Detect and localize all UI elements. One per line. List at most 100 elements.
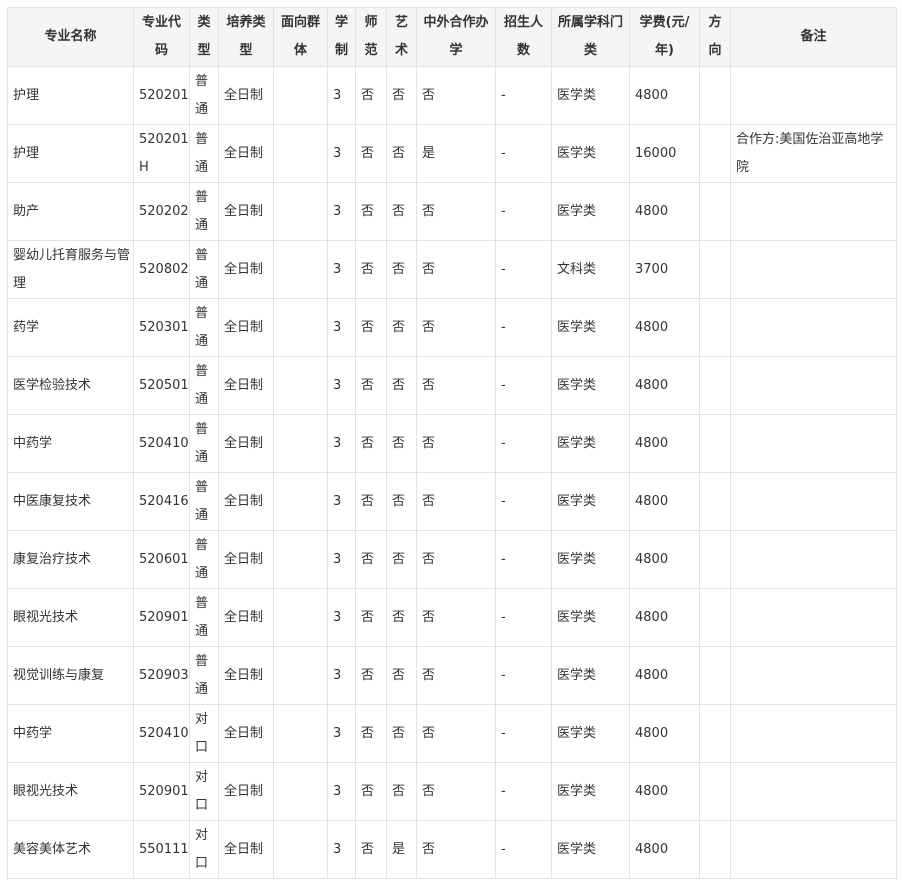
cell-major-code: 520201H [133, 124, 190, 183]
cell-type: 对口 [189, 820, 219, 879]
cell-major-name: 助产 [7, 182, 134, 241]
cell-art: 否 [386, 530, 417, 589]
cell-training-type: 全日制 [218, 298, 274, 357]
cell-teacher-training: 否 [355, 182, 387, 241]
cell-duration: 3 [327, 820, 356, 879]
cell-major-code: 520601 [133, 530, 190, 589]
cell-major-name: 护理 [7, 66, 134, 125]
cell-duration: 3 [327, 588, 356, 647]
cell-major-name: 视觉训练与康复 [7, 646, 134, 705]
cell-major-name: 医学检验技术 [7, 356, 134, 415]
cell-tuition: 16000 [629, 124, 700, 183]
table-row: 视觉训练与康复 520903 普通 全日制 3 否否否 - 医学类 4800 [7, 646, 897, 705]
cell-enrollment: - [495, 240, 552, 299]
cell-teacher-training: 否 [355, 704, 387, 763]
cell-tuition: 4800 [629, 414, 700, 473]
cell-teacher-training: 否 [355, 820, 387, 879]
cell-discipline: 医学类 [551, 124, 630, 183]
cell-enrollment: - [495, 762, 552, 821]
cell-type: 普通 [189, 124, 219, 183]
cell-major-name: 中药学 [7, 414, 134, 473]
cell-remarks [730, 588, 897, 647]
cell-target-group [273, 240, 328, 299]
cell-enrollment: - [495, 182, 552, 241]
table-row: 助产 520202 普通 全日制 3 否否否 - 医学类 4800 [7, 182, 897, 241]
cell-remarks [730, 530, 897, 589]
cell-enrollment: - [495, 588, 552, 647]
cell-direction [699, 356, 731, 415]
cell-sino-foreign: 否 [416, 240, 496, 299]
cell-direction [699, 646, 731, 705]
cell-major-name: 康复治疗技术 [7, 530, 134, 589]
cell-enrollment: - [495, 820, 552, 879]
cell-target-group [273, 414, 328, 473]
cell-discipline: 医学类 [551, 646, 630, 705]
cell-sino-foreign: 否 [416, 472, 496, 531]
cell-discipline: 医学类 [551, 414, 630, 473]
cell-teacher-training: 否 [355, 646, 387, 705]
cell-major-name: 美容美体艺术 [7, 820, 134, 879]
cell-tuition: 4800 [629, 646, 700, 705]
table-row: 眼视光技术 520901 普通 全日制 3 否否否 - 医学类 4800 [7, 588, 897, 647]
cell-art: 否 [386, 298, 417, 357]
cell-remarks: 合作方:美国佐治亚高地学院 [730, 124, 897, 183]
table-body: 护理 520201 普通 全日制 3 否否否 - 医学类 4800 护理 520201H 普通 全日制 3… [7, 66, 897, 879]
cell-discipline: 医学类 [551, 298, 630, 357]
cell-enrollment: - [495, 66, 552, 125]
table-header: 专业名称 专业代码 类型 培养类型 面向群体 学制 师范 艺术 中外合作办学 招… [7, 7, 897, 67]
header-teacher-training: 师范 [355, 7, 387, 67]
cell-art: 是 [386, 820, 417, 879]
cell-target-group [273, 588, 328, 647]
header-direction: 方向 [699, 7, 731, 67]
cell-sino-foreign: 否 [416, 66, 496, 125]
cell-art: 否 [386, 472, 417, 531]
cell-tuition: 4800 [629, 182, 700, 241]
cell-sino-foreign: 否 [416, 414, 496, 473]
cell-discipline: 医学类 [551, 356, 630, 415]
table-row: 中医康复技术 520416 普通 全日制 3 否否否 - 医学类 4800 [7, 472, 897, 531]
cell-art: 否 [386, 646, 417, 705]
cell-teacher-training: 否 [355, 472, 387, 531]
cell-major-name: 护理 [7, 124, 134, 183]
cell-duration: 3 [327, 298, 356, 357]
header-target-group: 面向群体 [273, 7, 328, 67]
cell-tuition: 4800 [629, 356, 700, 415]
header-row: 专业名称 专业代码 类型 培养类型 面向群体 学制 师范 艺术 中外合作办学 招… [7, 7, 897, 67]
cell-tuition: 4800 [629, 66, 700, 125]
cell-duration: 3 [327, 124, 356, 183]
table-row: 中药学 520410 普通 全日制 3 否否否 - 医学类 4800 [7, 414, 897, 473]
cell-remarks [730, 646, 897, 705]
cell-teacher-training: 否 [355, 66, 387, 125]
header-type: 类型 [189, 7, 219, 67]
header-remarks: 备注 [730, 7, 897, 67]
header-training-type: 培养类型 [218, 7, 274, 67]
table-row: 美容美体艺术 550111 对口 全日制 3 否是否 - 医学类 4800 [7, 820, 897, 879]
cell-major-code: 520410 [133, 704, 190, 763]
cell-art: 否 [386, 704, 417, 763]
cell-direction [699, 240, 731, 299]
cell-teacher-training: 否 [355, 124, 387, 183]
cell-remarks [730, 240, 897, 299]
cell-duration: 3 [327, 646, 356, 705]
cell-sino-foreign: 否 [416, 762, 496, 821]
cell-remarks [730, 182, 897, 241]
cell-remarks [730, 356, 897, 415]
cell-direction [699, 762, 731, 821]
cell-enrollment: - [495, 472, 552, 531]
cell-target-group [273, 298, 328, 357]
cell-remarks [730, 298, 897, 357]
cell-type: 普通 [189, 646, 219, 705]
cell-type: 普通 [189, 240, 219, 299]
cell-direction [699, 66, 731, 125]
cell-teacher-training: 否 [355, 762, 387, 821]
cell-major-code: 520301 [133, 298, 190, 357]
cell-training-type: 全日制 [218, 240, 274, 299]
cell-major-code: 520903 [133, 646, 190, 705]
cell-discipline: 医学类 [551, 588, 630, 647]
cell-type: 普通 [189, 588, 219, 647]
cell-discipline: 文科类 [551, 240, 630, 299]
cell-type: 普通 [189, 530, 219, 589]
cell-direction [699, 124, 731, 183]
cell-major-code: 520901 [133, 588, 190, 647]
cell-direction [699, 704, 731, 763]
